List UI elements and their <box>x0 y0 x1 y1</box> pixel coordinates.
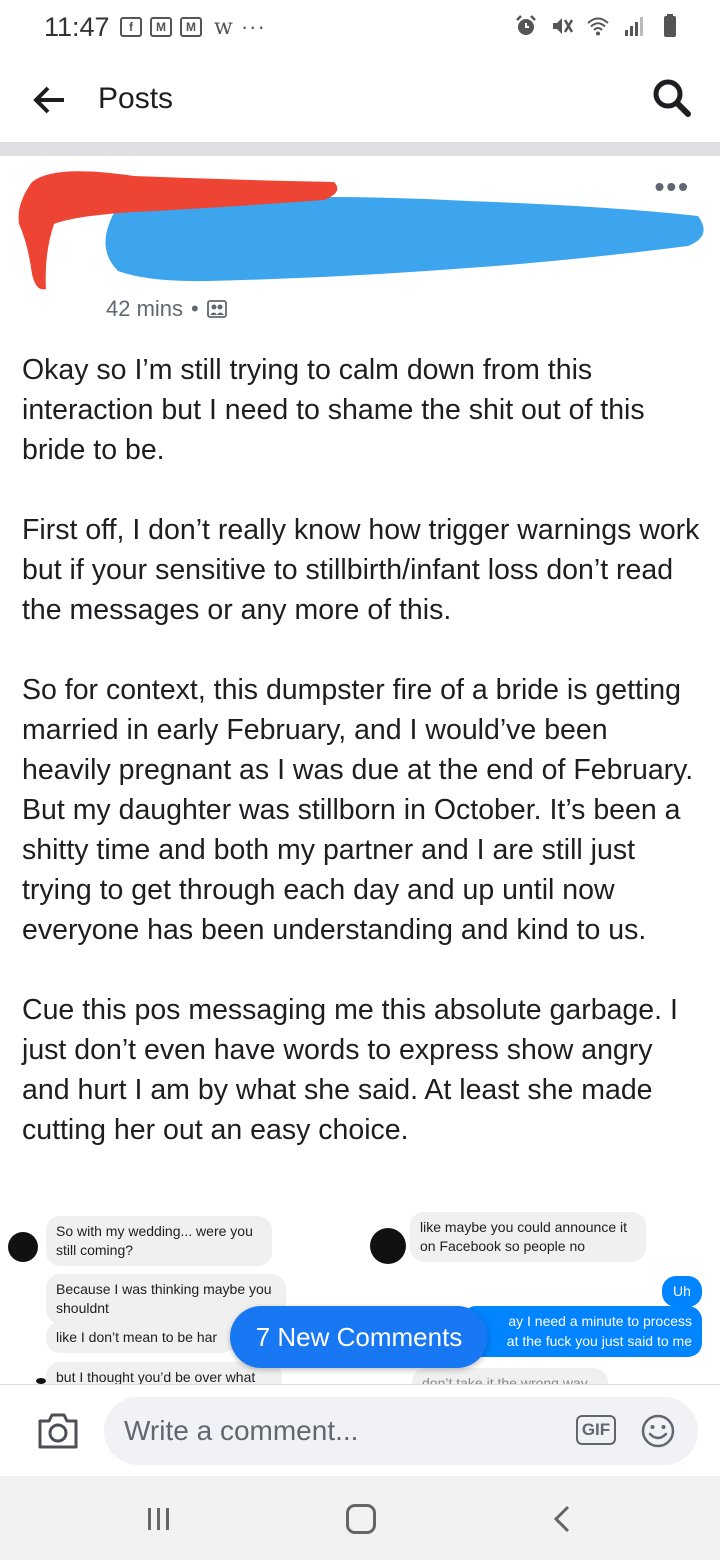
chat-bubble: don’t take it the wrong way <box>412 1368 608 1384</box>
post-header: ••• 42 mins • <box>0 156 720 336</box>
chat-bubble-sent: at the fuck you just said to me <box>462 1330 702 1357</box>
chat-bubble-sent: ay I need a minute to process <box>462 1306 702 1333</box>
new-comments-button[interactable]: 7 New Comments <box>230 1306 488 1368</box>
mute-icon <box>553 18 574 34</box>
app-header: Posts <box>0 56 720 142</box>
system-icons <box>514 14 682 38</box>
comment-placeholder: Write a comment... <box>124 1415 359 1446</box>
sender-avatar-scribble <box>8 1232 38 1262</box>
wifi-icon <box>587 17 609 36</box>
back-arrow-icon[interactable] <box>30 80 70 120</box>
status-bar: 11:47 f M M w ··· <box>0 0 720 56</box>
chat-bubble: So with my wedding... were you still com… <box>46 1216 272 1266</box>
post-paragraph: First off, I don’t really know how trigg… <box>22 514 700 626</box>
chat-bubble: like I don’t mean to be har <box>46 1322 236 1353</box>
emoji-icon[interactable] <box>640 1413 676 1449</box>
post-paragraph: So for context, this dumpster fire of a … <box>22 674 694 946</box>
home-icon[interactable] <box>346 1504 376 1534</box>
system-nav-bar <box>0 1476 720 1560</box>
notification-icons: f M M w ··· <box>120 14 266 40</box>
more-notifications-icon: ··· <box>240 14 266 39</box>
section-divider <box>0 142 720 156</box>
post-body: Okay so I’m still trying to calm down fr… <box>22 350 702 1190</box>
chat-bubble: but I thought you’d be over what <box>46 1362 282 1384</box>
search-icon[interactable] <box>650 76 692 118</box>
redaction-scribble-red <box>18 171 338 290</box>
group-audience-icon <box>206 300 227 318</box>
post-paragraph: Cue this pos messaging me this absolute … <box>22 994 678 1146</box>
comment-composer: Write a comment... GIF <box>0 1384 720 1476</box>
signal-icon <box>625 17 643 36</box>
camera-icon[interactable] <box>36 1411 80 1451</box>
status-time: 11:47 <box>44 12 110 42</box>
more-options-icon[interactable]: ••• <box>655 173 690 201</box>
post-timestamp[interactable]: 42 mins <box>106 296 183 322</box>
chat-bubble: like maybe you could announce it on Face… <box>410 1212 646 1262</box>
recents-icon[interactable] <box>144 1506 174 1532</box>
battery-icon <box>664 14 676 37</box>
gif-button[interactable]: GIF <box>576 1415 616 1445</box>
comment-input[interactable]: Write a comment... GIF <box>104 1397 698 1465</box>
gmail-icon: M <box>180 17 202 37</box>
facebook-icon: f <box>120 17 142 37</box>
sender-avatar-scribble <box>370 1228 406 1264</box>
wattpad-icon: w <box>214 14 233 40</box>
chat-bubble-sent: Uh <box>662 1276 702 1307</box>
gmail-icon: M <box>150 17 172 37</box>
nav-back-icon[interactable] <box>550 1504 574 1534</box>
post-meta: 42 mins • <box>106 296 227 322</box>
post-paragraph: Okay so I’m still trying to calm down fr… <box>22 354 645 466</box>
page-title: Posts <box>98 82 174 115</box>
alarm-icon <box>516 15 536 35</box>
meta-separator: • <box>191 296 199 321</box>
